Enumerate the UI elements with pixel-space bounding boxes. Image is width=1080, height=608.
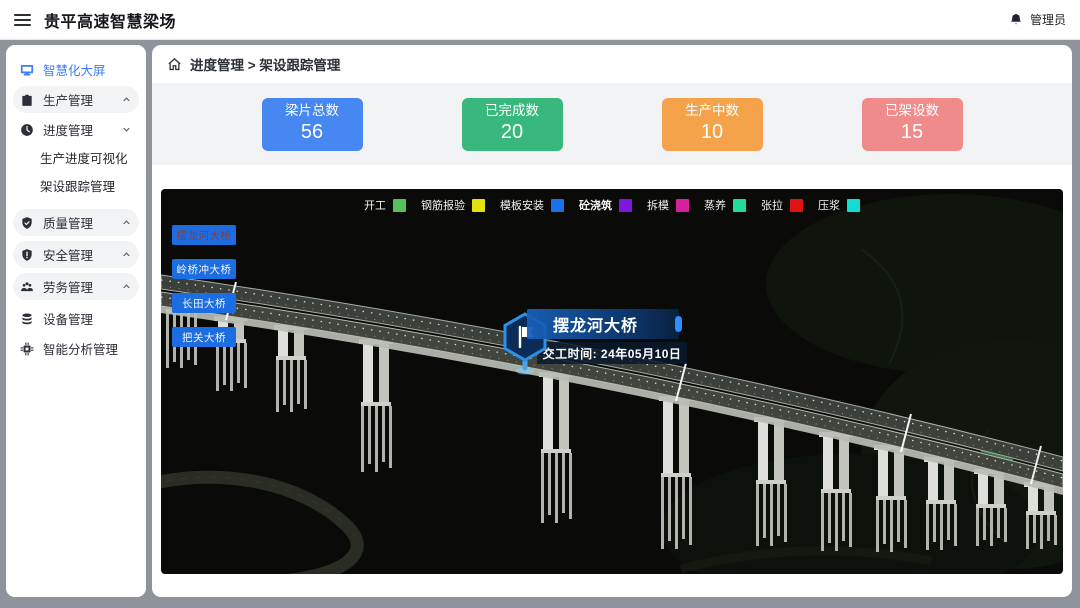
sidebar-subitem-erection-tracking[interactable]: 架设跟踪管理 <box>13 174 139 200</box>
stat-card-total-beams[interactable]: 梁片总数 56 <box>262 98 363 151</box>
people-icon <box>20 280 34 294</box>
sidebar-item-progress[interactable]: 进度管理 <box>13 116 139 143</box>
database-icon <box>20 312 34 326</box>
stat-value: 56 <box>301 120 323 145</box>
legend-label: 拆模 <box>647 197 669 213</box>
tooltip-bridge-name: 摆龙河大桥 <box>527 309 679 339</box>
legend-swatch <box>619 199 632 212</box>
bridge-3d-viewport[interactable]: 开工 钢筋报验 模板安装 砼浇筑 拆模 蒸养 张拉 压浆 摆龙河大桥 岭桥冲大桥… <box>161 189 1063 574</box>
legend-label: 压浆 <box>818 197 840 213</box>
sidebar-item-smart-analysis[interactable]: 智能分析管理 <box>13 335 139 362</box>
stat-label: 已完成数 <box>485 103 539 120</box>
notification-bell-icon[interactable] <box>1009 13 1023 27</box>
legend-item: 蒸养 <box>704 197 746 213</box>
sidebar-item-equipment[interactable]: 设备管理 <box>13 305 139 332</box>
clock-icon <box>20 123 34 137</box>
stats-strip: 梁片总数 56 已完成数 20 生产中数 10 已架设数 15 <box>152 83 1072 165</box>
sidebar-item-safety[interactable]: 安全管理 <box>13 241 139 268</box>
stat-label: 已架设数 <box>885 103 939 120</box>
stat-value: 15 <box>901 120 923 145</box>
sidebar-item-smart-screen[interactable]: 智慧化大屏 <box>13 56 139 83</box>
legend-item: 钢筋报验 <box>421 197 485 213</box>
stat-value: 20 <box>501 120 523 145</box>
bridge-tooltip[interactable]: 摆龙河大桥 交工时间: 24年05月10日 <box>493 309 703 364</box>
sidebar-item-label: 智能分析管理 <box>43 339 132 358</box>
legend-label: 钢筋报验 <box>421 197 465 213</box>
app-header: 贵平高速智慧梁场 管理员 <box>0 0 1080 40</box>
legend-label: 张拉 <box>761 197 783 213</box>
chevron-up-icon <box>121 94 132 105</box>
legend-item: 张拉 <box>761 197 803 213</box>
sidebar-item-label: 设备管理 <box>43 309 132 328</box>
menu-toggle-icon[interactable] <box>14 14 31 26</box>
sidebar-item-label: 安全管理 <box>43 245 112 264</box>
stat-card-in-production[interactable]: 生产中数 10 <box>662 98 763 151</box>
stat-value: 10 <box>701 120 723 145</box>
main-content: 进度管理 > 架设跟踪管理 梁片总数 56 已完成数 20 生产中数 10 已架… <box>152 45 1072 597</box>
stat-card-completed[interactable]: 已完成数 20 <box>462 98 563 151</box>
legend-item: 拆模 <box>647 197 689 213</box>
legend-swatch <box>676 199 689 212</box>
stat-label: 梁片总数 <box>285 103 339 120</box>
chevron-up-icon <box>121 249 132 260</box>
breadcrumb-text: 进度管理 > 架设跟踪管理 <box>190 54 340 74</box>
legend-item: 模板安装 <box>500 197 564 213</box>
sidebar-nav: 智慧化大屏 生产管理 进度管理 生产进度可视化 架设跟踪管理 质量管理 安全管理 <box>6 45 146 597</box>
sidebar-item-label: 质量管理 <box>43 213 112 232</box>
legend-label: 蒸养 <box>704 197 726 213</box>
bridge-button-bailonghe[interactable]: 摆龙河大桥 <box>172 225 236 245</box>
legend-swatch <box>472 199 485 212</box>
sidebar-item-label: 劳务管理 <box>43 277 112 296</box>
legend-swatch <box>847 199 860 212</box>
bridge-button-lingqiaochong[interactable]: 岭桥冲大桥 <box>172 259 236 279</box>
legend-item: 砼浇筑 <box>579 197 632 213</box>
bridge-button-baguan[interactable]: 把关大桥 <box>172 327 236 347</box>
sidebar-item-labor[interactable]: 劳务管理 <box>13 273 139 300</box>
stat-label: 生产中数 <box>685 103 739 120</box>
stat-card-erected[interactable]: 已架设数 15 <box>862 98 963 151</box>
chevron-up-icon <box>121 281 132 292</box>
sidebar-item-label: 生产管理 <box>43 90 112 109</box>
legend-label: 砼浇筑 <box>579 197 612 213</box>
clipboard-icon <box>20 93 34 107</box>
legend-label: 模板安装 <box>500 197 544 213</box>
current-user-label[interactable]: 管理员 <box>1030 11 1066 28</box>
legend-swatch <box>733 199 746 212</box>
legend-swatch <box>393 199 406 212</box>
sidebar-item-production[interactable]: 生产管理 <box>13 86 139 113</box>
legend-swatch <box>551 199 564 212</box>
legend-label: 开工 <box>364 197 386 213</box>
sidebar-subitem-production-progress-visualization[interactable]: 生产进度可视化 <box>13 146 139 172</box>
sidebar-item-label: 智慧化大屏 <box>43 60 132 79</box>
bridge-button-changtian[interactable]: 长田大桥 <box>172 293 236 313</box>
bridge-3d-scene <box>161 189 1063 574</box>
legend-item: 开工 <box>364 197 406 213</box>
home-icon[interactable] <box>167 57 182 72</box>
tooltip-handover-date: 交工时间: 24年05月10日 <box>537 342 687 364</box>
chevron-up-icon <box>121 217 132 228</box>
breadcrumb: 进度管理 > 架设跟踪管理 <box>152 45 1072 83</box>
sidebar-item-quality[interactable]: 质量管理 <box>13 209 139 236</box>
legend-item: 压浆 <box>818 197 860 213</box>
monitor-icon <box>20 63 34 77</box>
status-legend: 开工 钢筋报验 模板安装 砼浇筑 拆模 蒸养 张拉 压浆 <box>161 197 1063 213</box>
chip-icon <box>20 342 34 356</box>
sidebar-item-label: 进度管理 <box>43 120 112 139</box>
bridge-selector-list: 摆龙河大桥 岭桥冲大桥 长田大桥 把关大桥 <box>172 225 236 347</box>
shield-alert-icon <box>20 248 34 262</box>
legend-swatch <box>790 199 803 212</box>
app-title: 贵平高速智慧梁场 <box>44 8 176 32</box>
shield-check-icon <box>20 216 34 230</box>
chevron-down-icon <box>121 124 132 135</box>
